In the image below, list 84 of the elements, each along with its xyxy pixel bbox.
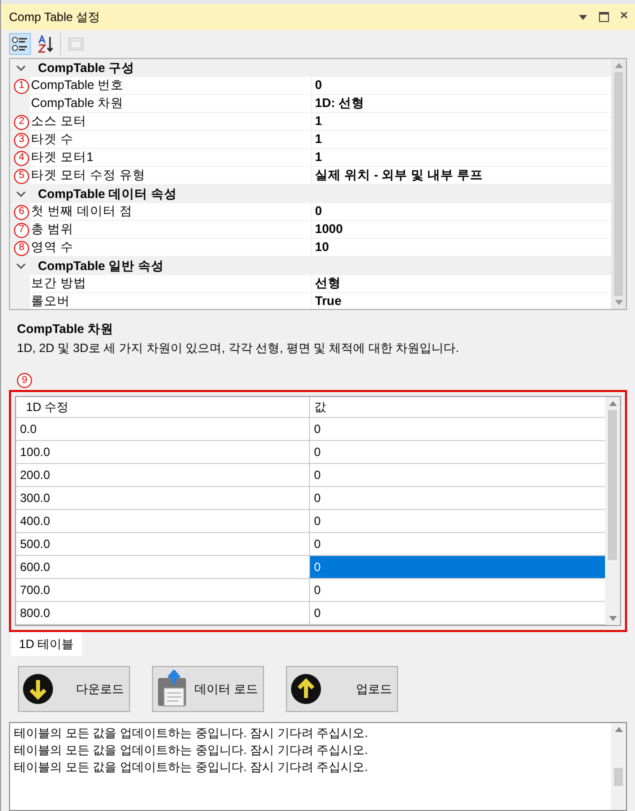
table-cell[interactable]: 0	[310, 533, 605, 556]
scrollbar[interactable]	[611, 59, 626, 309]
scrollbar-thumb[interactable]	[608, 410, 617, 560]
scrollbar-thumb[interactable]	[614, 768, 623, 786]
action-button[interactable]: 다운로드	[18, 666, 130, 712]
log-line: 테이블의 모든 값을 업데이트하는 중입니다. 잠시 기다려 주십시오.	[14, 759, 370, 776]
property-value[interactable]: 1	[312, 149, 611, 167]
property-pages-icon	[67, 35, 85, 53]
scroll-up-icon[interactable]	[614, 727, 622, 732]
property-name[interactable]: 첫 번째 데이터 점	[30, 203, 312, 221]
step-number: 9	[17, 373, 32, 388]
table-cell[interactable]: 500.0	[16, 533, 310, 556]
table-cell[interactable]: 0	[310, 510, 605, 532]
property-name[interactable]: 총 범위	[30, 221, 312, 239]
step-number: 1	[14, 78, 29, 94]
column-header[interactable]: 1D 수정	[16, 397, 310, 418]
table-cell[interactable]: 0	[310, 464, 605, 486]
scroll-down-icon[interactable]	[614, 300, 622, 305]
chevron-icon[interactable]	[16, 262, 26, 270]
log-line: 테이블의 모든 값을 업데이트하는 중입니다. 잠시 기다려 주십시오.	[14, 725, 370, 742]
scrollbar[interactable]	[611, 723, 626, 810]
step-number: 3	[14, 132, 29, 148]
property-value[interactable]: True	[312, 293, 611, 309]
step-number: 5	[14, 168, 29, 184]
table-cell[interactable]: 0.0	[16, 418, 310, 440]
table-cell[interactable]: 0	[310, 602, 605, 624]
table-cell[interactable]: 0	[310, 441, 605, 464]
table-cell[interactable]: 200.0	[16, 464, 310, 486]
property-name[interactable]: 롤오버	[30, 293, 312, 309]
table-cell[interactable]: 0	[310, 487, 605, 510]
table-cell[interactable]: 800.0	[16, 602, 310, 624]
table-cell[interactable]: 700.0	[16, 579, 310, 602]
window-title: Comp Table 설정	[9, 9, 102, 26]
scroll-down-icon[interactable]	[608, 616, 616, 621]
table-cell[interactable]: 0	[310, 556, 605, 578]
property-value[interactable]: 0	[312, 77, 611, 95]
category-label: CompTable 데이터 속성	[38, 188, 178, 200]
table-cell[interactable]: 0	[310, 579, 605, 602]
step-number: 8	[14, 240, 29, 256]
log-line: 테이블의 모든 값을 업데이트하는 중입니다. 잠시 기다려 주십시오.	[14, 742, 370, 759]
property-name[interactable]: 보간 방법	[30, 275, 312, 293]
chevron-icon[interactable]	[16, 64, 26, 72]
category-label: CompTable 일반 속성	[38, 260, 164, 272]
property-name[interactable]: 소스 모터	[30, 113, 312, 131]
scrollbar-thumb[interactable]	[614, 72, 623, 296]
action-button[interactable]: 데이터 로드	[152, 666, 264, 712]
scroll-up-icon[interactable]	[608, 401, 616, 406]
property-value[interactable]: 선형	[312, 275, 611, 293]
description-title: CompTable 차원	[17, 321, 115, 338]
property-value[interactable]: 1	[312, 113, 611, 131]
column-header[interactable]: 값	[310, 397, 605, 418]
property-name[interactable]: CompTable 차원	[30, 95, 312, 113]
description-text: 1D, 2D 및 3D로 세 가지 차원이 있으며, 각각 선형, 평면 및 체적에 대한 차원입니다.	[17, 340, 460, 357]
property-value[interactable]: 1000	[312, 221, 611, 239]
table-cell[interactable]: 100.0	[16, 441, 310, 464]
property-name[interactable]: 타겟 모터 수정 유형	[30, 167, 312, 185]
tab[interactable]: 1D 테이블	[11, 632, 82, 656]
scrollbar[interactable]	[605, 397, 620, 625]
toolbar-button[interactable]	[35, 33, 61, 55]
action-button[interactable]: 업로드	[286, 666, 398, 712]
property-name[interactable]: 타겟 모터1	[30, 149, 312, 167]
property-name[interactable]: 타겟 수	[30, 131, 312, 149]
category-label: CompTable 구성	[38, 62, 135, 74]
step-number: 2	[14, 114, 29, 130]
property-value[interactable]: 1D: 선형	[312, 95, 611, 113]
sort-icon	[36, 35, 54, 53]
property-value[interactable]: 실제 위치 - 외부 및 내부 루프	[312, 167, 611, 185]
table-cell[interactable]: 0	[310, 418, 605, 440]
property-value[interactable]: 10	[312, 239, 611, 257]
property-value[interactable]: 0	[312, 203, 611, 221]
categorized-list-icon	[11, 35, 29, 53]
step-number: 6	[14, 204, 29, 220]
dropdown-icon	[579, 14, 587, 20]
property-value[interactable]: 1	[312, 131, 611, 149]
table-cell[interactable]: 300.0	[16, 487, 310, 510]
scroll-up-icon[interactable]	[614, 63, 622, 68]
property-name[interactable]: CompTable 번호	[30, 77, 312, 95]
maximize-icon	[599, 12, 609, 22]
property-name[interactable]: 영역 수	[30, 239, 312, 257]
chevron-icon[interactable]	[16, 190, 26, 198]
step-number: 7	[14, 222, 29, 238]
toolbar-button[interactable]	[9, 33, 31, 55]
step-number: 4	[14, 150, 29, 166]
table-cell[interactable]: 400.0	[16, 510, 310, 532]
